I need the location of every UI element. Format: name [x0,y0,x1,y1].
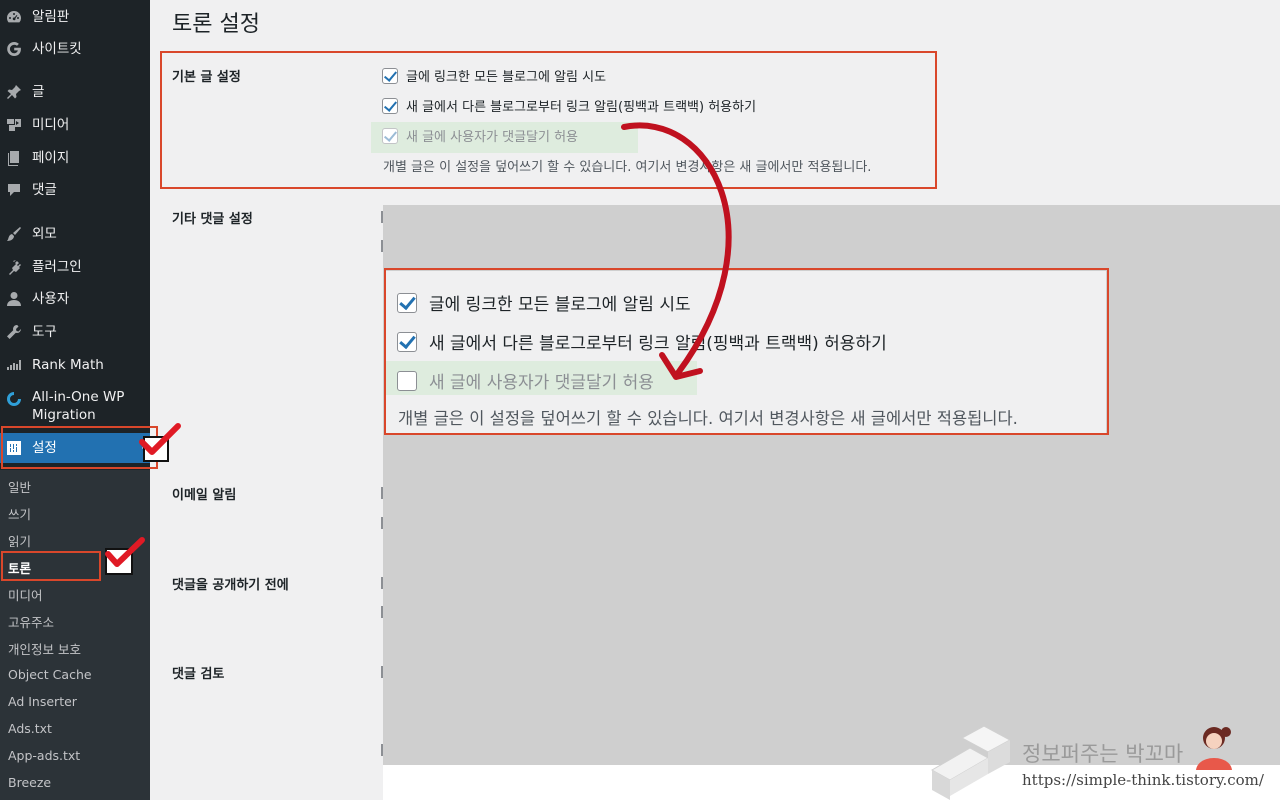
avatar-character-icon [1196,727,1232,770]
annotation-box-settings [1,426,158,469]
watermark-url: https://simple-think.tistory.com/ [1022,771,1264,789]
sidebar-item-label: 사용자 [32,291,70,307]
sidebar-item-label: 플러그인 [32,259,82,275]
section-label-other-comment: 기타 댓글 설정 [172,212,253,227]
comment-icon [6,182,22,198]
page-icon [6,150,22,166]
watermark-logo-icon [930,725,1012,800]
settings-submenu: 일반 쓰기 읽기 토론 미디어 고유주소 개인정보 보호 Object Cach… [0,470,150,800]
sidebar-item-sitekit[interactable]: 사이트킷 [0,34,150,64]
migration-icon [6,391,22,407]
sidebar-item-label: 댓글 [32,182,57,198]
sidebar-item-plugins[interactable]: 플러그인 [0,252,150,282]
sidebar-item-label: 알림판 [32,9,70,25]
red-checkmark-icon [139,423,181,455]
sidebar-item-label: 글 [32,84,45,100]
submenu-item-general[interactable]: 일반 [8,477,31,496]
sidebar-item-label: 외모 [32,226,57,242]
submenu-item-ads-txt[interactable]: Ads.txt [8,721,52,736]
wrench-icon [6,324,22,340]
sidebar-item-rank-math[interactable]: Rank Math [0,350,150,380]
section-label-before-publish: 댓글을 공개하기 전에 [172,578,289,593]
submenu-item-reading[interactable]: 읽기 [8,531,31,550]
submenu-item-app-ads-txt[interactable]: App-ads.txt [8,748,80,763]
sidebar-item-migration[interactable]: All-in-One WP Migration [0,388,150,428]
sidebar-item-media[interactable]: 미디어 [0,110,150,140]
admin-sidebar: 알림판 사이트킷 글 미디어 페이지 댓글 외모 플러그인 사용자 도구 Ran… [0,0,150,800]
sidebar-item-label: 페이지 [32,150,70,166]
watermark-name: 정보퍼주는 박꼬마 [1022,742,1184,766]
media-icon [6,117,22,133]
sidebar-item-dashboard[interactable]: 알림판 [0,2,150,32]
sidebar-item-tools[interactable]: 도구 [0,317,150,347]
dashboard-icon [6,9,22,25]
sidebar-item-label: 도구 [32,324,57,340]
annotation-box-discussion [1,551,101,581]
sidebar-item-comments[interactable]: 댓글 [0,175,150,205]
submenu-item-permalinks[interactable]: 고유주소 [8,612,54,631]
submenu-item-ad-inserter[interactable]: Ad Inserter [8,694,77,709]
sidebar-item-label: 사이트킷 [32,41,82,57]
sidebar-item-users[interactable]: 사용자 [0,284,150,314]
plugin-icon [6,259,22,275]
sidebar-item-label: All-in-One WP Migration [32,389,125,423]
page-title: 토론 설정 [172,12,260,37]
submenu-item-object-cache[interactable]: Object Cache [8,667,92,682]
submenu-item-media[interactable]: 미디어 [8,585,43,604]
sidebar-item-label: Rank Math [32,357,104,373]
sidebar-item-appearance[interactable]: 외모 [0,219,150,249]
red-checkmark-icon [105,537,145,567]
submenu-item-privacy[interactable]: 개인정보 보호 [8,639,81,658]
curved-arrow-icon [621,122,732,380]
rank-math-icon [6,357,22,373]
google-g-icon [6,41,22,57]
annotation-box-default-post [160,51,937,189]
section-label-email: 이메일 알림 [172,488,237,503]
sidebar-item-posts[interactable]: 글 [0,77,150,107]
user-icon [6,291,22,307]
sidebar-item-label: 미디어 [32,117,70,133]
brush-icon [6,226,22,242]
sidebar-item-pages[interactable]: 페이지 [0,143,150,173]
pin-icon [6,84,22,100]
submenu-item-breeze[interactable]: Breeze [8,775,51,790]
submenu-item-writing[interactable]: 쓰기 [8,504,31,523]
section-label-moderation: 댓글 검토 [172,667,225,682]
